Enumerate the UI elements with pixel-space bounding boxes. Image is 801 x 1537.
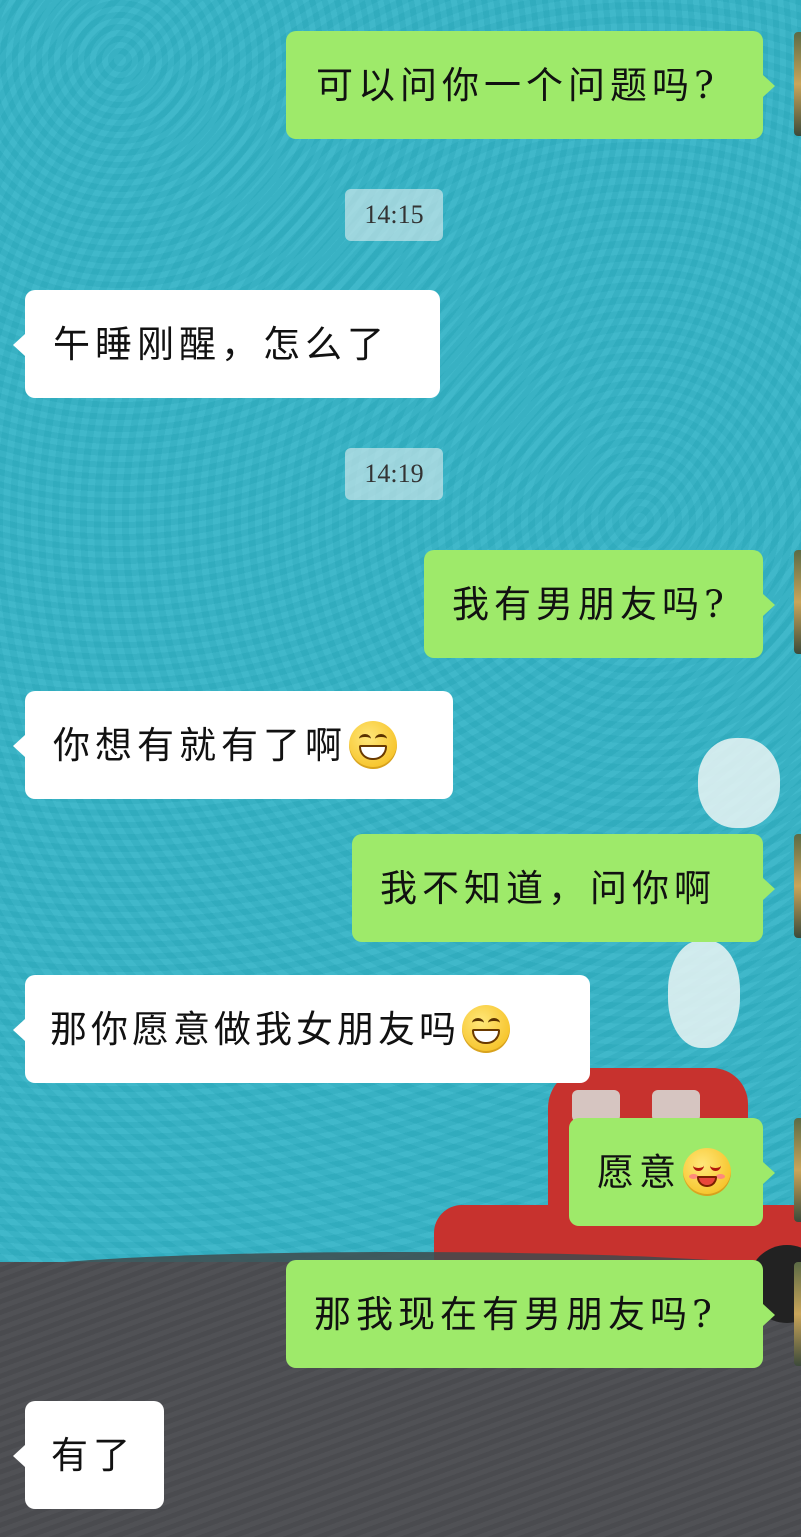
timestamp: 14:15 — [345, 189, 443, 241]
message-text: 午睡刚醒，怎么了 — [53, 322, 389, 366]
message-bubble-incoming[interactable]: 有了 — [13, 1401, 164, 1509]
message-bubble-incoming[interactable]: 你想有就有了啊 — [13, 691, 453, 799]
message-text: 我不知道，问你啊 — [380, 866, 716, 910]
message-text: 有了 — [51, 1433, 135, 1477]
message-bubble-outgoing[interactable]: 那我现在有男朋友吗? — [286, 1260, 775, 1368]
sender-avatar[interactable] — [794, 550, 801, 654]
timestamp: 14:19 — [345, 448, 443, 500]
timestamp-text: 14:15 — [364, 200, 424, 229]
message-bubble-outgoing[interactable]: 可以问你一个问题吗? — [286, 31, 775, 139]
message-text: 那我现在有男朋友吗? — [314, 1292, 717, 1336]
grinning-face-icon — [349, 721, 397, 769]
message-text: 可以问你一个问题吗? — [316, 63, 719, 107]
timestamp-text: 14:19 — [364, 459, 424, 488]
wallpaper-smoke-cloud — [698, 738, 780, 828]
message-text: 我有男朋友吗? — [452, 582, 729, 626]
message-bubble-incoming[interactable]: 午睡刚醒，怎么了 — [13, 290, 440, 398]
message-bubble-incoming[interactable]: 那你愿意做我女朋友吗 — [13, 975, 590, 1083]
message-bubble-outgoing[interactable]: 我不知道，问你啊 — [352, 834, 775, 942]
message-text: 愿意 — [597, 1150, 681, 1194]
sender-avatar[interactable] — [794, 834, 801, 938]
smiling-blush-face-icon — [683, 1148, 731, 1196]
sender-avatar[interactable] — [794, 32, 801, 136]
grinning-face-icon — [462, 1005, 510, 1053]
message-bubble-outgoing[interactable]: 愿意 — [569, 1118, 775, 1226]
message-bubble-outgoing[interactable]: 我有男朋友吗? — [424, 550, 775, 658]
sender-avatar[interactable] — [794, 1262, 801, 1366]
sender-avatar[interactable] — [794, 1118, 801, 1222]
message-text: 你想有就有了啊 — [53, 723, 347, 767]
message-text: 那你愿意做我女朋友吗 — [50, 1007, 460, 1051]
wallpaper-smoke-cloud — [668, 940, 740, 1048]
